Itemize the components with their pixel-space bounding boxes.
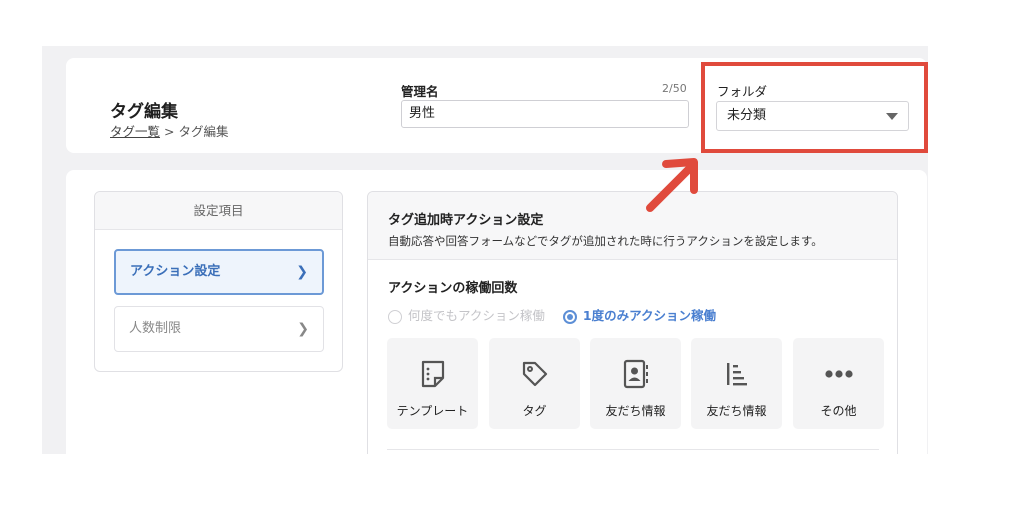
sidebar-item-label: アクション設定 xyxy=(130,264,221,279)
breadcrumb-separator: > xyxy=(164,124,175,139)
divider xyxy=(387,449,879,450)
sidebar-item-headcount-limit[interactable]: 人数制限 ❯ xyxy=(114,306,324,352)
radio-option-once[interactable]: 1度のみアクション稼働 xyxy=(562,305,716,324)
tile-label: 友だち情報 xyxy=(706,404,767,418)
tile-tag[interactable]: タグ xyxy=(489,338,580,429)
settings-sidebar: 設定項目 アクション設定 ❯ 人数制限 ❯ xyxy=(94,191,343,372)
admin-name-label: 管理名 xyxy=(401,84,439,99)
more-dots-icon xyxy=(793,360,884,388)
action-settings-panel: タグ追加時アクション設定 自動応答や回答フォームなどでタグが追加された時に行うア… xyxy=(367,191,898,454)
main-card: 設定項目 アクション設定 ❯ 人数制限 ❯ タグ追加時アクション設定 自動応答や… xyxy=(66,170,927,454)
sidebar-item-action-settings[interactable]: アクション設定 ❯ xyxy=(114,249,324,295)
page-title: タグ編集 xyxy=(110,102,178,122)
action-frequency-radio-group: 何度でもアクション稼働 1度のみアクション稼働 xyxy=(388,305,716,324)
radio-label: 何度でもアクション稼働 xyxy=(408,308,545,323)
template-icon xyxy=(387,360,478,388)
tile-template[interactable]: テンプレート xyxy=(387,338,478,429)
admin-name-input[interactable]: 男性 xyxy=(401,100,689,128)
tile-friend-info-2[interactable]: 友だち情報 xyxy=(691,338,782,429)
breadcrumb-current: タグ編集 xyxy=(178,124,229,139)
breadcrumb-link-tag-list[interactable]: タグ一覧 xyxy=(110,124,160,139)
sidebar-item-label: 人数制限 xyxy=(129,321,182,336)
contact-card-icon xyxy=(590,359,681,389)
panel-description: 自動応答や回答フォームなどでタグが追加された時に行うアクションを設定します。 xyxy=(388,234,823,248)
section-title: アクションの稼働回数 xyxy=(388,281,518,296)
radio-button-checked[interactable] xyxy=(562,309,577,324)
radio-label: 1度のみアクション稼働 xyxy=(582,308,716,323)
tag-icon xyxy=(489,360,580,388)
chevron-right-icon: ❯ xyxy=(297,321,309,337)
panel-header: タグ追加時アクション設定 自動応答や回答フォームなどでタグが追加された時に行うア… xyxy=(368,192,897,260)
tile-other[interactable]: その他 xyxy=(793,338,884,429)
list-sort-icon xyxy=(691,360,782,388)
admin-name-counter: 2/50 xyxy=(662,82,687,95)
annotation-highlight-box xyxy=(701,62,928,153)
radio-button[interactable] xyxy=(388,309,402,324)
tile-friend-info[interactable]: 友だち情報 xyxy=(590,338,681,429)
breadcrumb: タグ一覧 > タグ編集 xyxy=(110,121,229,140)
annotation-arrow-icon xyxy=(646,158,698,212)
tile-label: 友だち情報 xyxy=(605,404,666,418)
radio-option-unlimited[interactable]: 何度でもアクション稼働 xyxy=(388,305,545,324)
chevron-right-icon: ❯ xyxy=(296,264,308,280)
tile-label: その他 xyxy=(820,404,857,418)
sidebar-heading: 設定項目 xyxy=(95,192,342,230)
tile-label: テンプレート xyxy=(396,404,469,418)
tile-label: タグ xyxy=(522,404,547,418)
